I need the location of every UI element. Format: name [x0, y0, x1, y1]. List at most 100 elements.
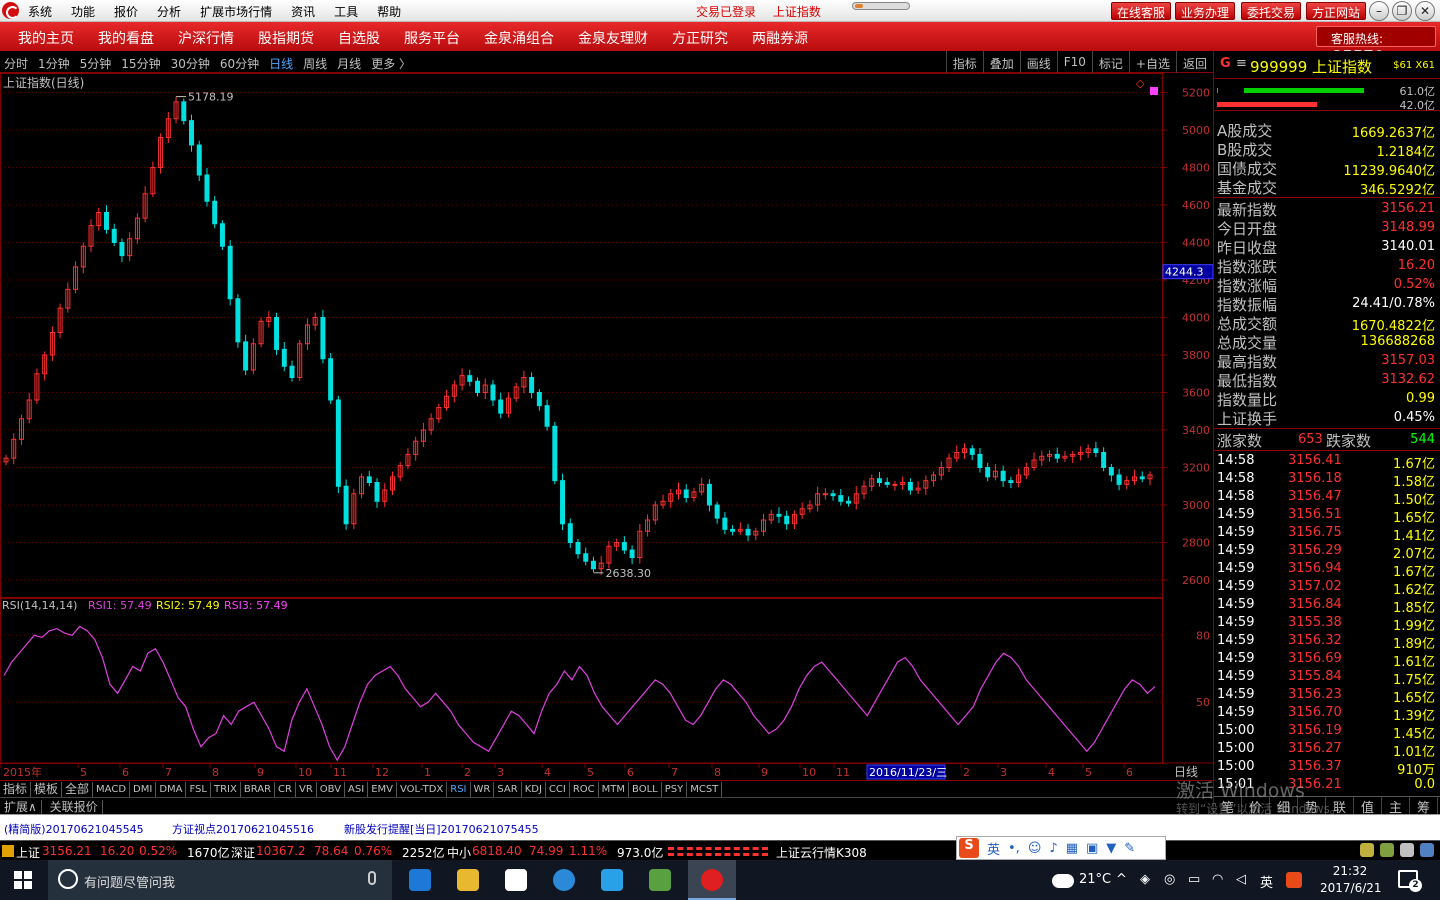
order-trade-button[interactable]: 委托交易 [1241, 2, 1302, 20]
chart-tool-button[interactable]: 标记 [1091, 51, 1129, 73]
period-tab[interactable]: 更多 〉 [371, 55, 411, 72]
menu-news[interactable]: 资讯 [291, 3, 315, 20]
ime-emoji-icon[interactable]: ☺ [1028, 841, 1042, 856]
chart-tool-button[interactable]: 画线 [1019, 51, 1057, 73]
indicator-tab[interactable]: TRIX [211, 782, 241, 797]
news-item[interactable]: 方证视点20170621045516 [172, 821, 314, 837]
expand-button[interactable]: 扩展∧ [0, 800, 42, 814]
weather-temp[interactable]: 21°C [1079, 872, 1111, 887]
chart-tool-button[interactable]: 指标 [945, 51, 983, 73]
restore-icon[interactable]: ❐ [1392, 1, 1412, 21]
chart-tool-button[interactable]: +自选 [1128, 51, 1176, 73]
speaker-icon[interactable]: ◁ [1236, 872, 1246, 887]
menu-function[interactable]: 功能 [71, 3, 95, 20]
indicator-tab[interactable]: 指标 [0, 782, 32, 797]
period-tab[interactable]: 日线 [269, 55, 293, 72]
period-tab[interactable]: 分时 [4, 55, 28, 72]
ime-toolbar[interactable]: S 英 •, ☺ ♪ ▦ ▣ ▼ ✎ [956, 836, 1166, 860]
tray-icon-1[interactable] [1360, 843, 1374, 857]
quote-bottom-tab[interactable]: 筹 [1410, 797, 1438, 816]
indicator-tab[interactable]: CR [275, 782, 296, 797]
indicator-tab[interactable]: FSL [186, 782, 211, 797]
indicator-tab[interactable]: BOLL [629, 782, 662, 797]
nav-favorites[interactable]: 自选股 [338, 28, 380, 48]
indicator-tab[interactable]: OBV [317, 782, 346, 797]
chart-tool-button[interactable]: 返回 [1175, 51, 1213, 73]
close-icon[interactable]: ✕ [1415, 1, 1435, 21]
nav-market[interactable]: 沪深行情 [178, 28, 234, 48]
trading-app-taskbar-button[interactable] [688, 860, 736, 900]
news-item[interactable]: 新股发行提醒[当日]20170621075455 [344, 821, 539, 837]
chart-tool-button[interactable]: 叠加 [982, 51, 1020, 73]
indicator-tab[interactable]: MCST [687, 782, 723, 797]
trade-login-status[interactable]: 交易已登录 [696, 5, 756, 19]
volume-slider[interactable] [852, 2, 910, 10]
ime-mic-icon[interactable]: ♪ [1049, 841, 1057, 856]
menu-analysis[interactable]: 分析 [157, 3, 181, 20]
indicator-tab[interactable]: ROC [570, 782, 599, 797]
quote-bottom-tab[interactable]: 值 [1354, 797, 1382, 816]
shield-icon[interactable]: ◈ [1140, 872, 1150, 887]
ime-lang[interactable]: 英 [987, 839, 1000, 858]
indicator-tab[interactable]: EMV [368, 782, 397, 797]
indicator-tab[interactable]: 全部 [62, 782, 94, 797]
indicator-tab[interactable]: PSY [662, 782, 688, 797]
kline-chart-panel[interactable]: 2600 2800 3000 3200 3400 3600 3800 4000 4200 4400… [0, 73, 1213, 798]
tray-app-icon[interactable]: ◎ [1164, 872, 1175, 887]
indicator-tab[interactable]: MACD [93, 782, 131, 797]
period-tab[interactable]: 15分钟 [121, 55, 160, 72]
windows-start-icon[interactable] [14, 871, 32, 889]
period-tab[interactable]: 30分钟 [171, 55, 210, 72]
indicator-tab[interactable]: MTM [599, 782, 630, 797]
quote-bottom-tab[interactable]: 主 [1382, 797, 1410, 816]
indicator-tab[interactable]: VR [296, 782, 317, 797]
minimize-icon[interactable]: – [1369, 1, 1389, 21]
nav-margin[interactable]: 两融券源 [752, 28, 808, 48]
online-service-button[interactable]: 在线客服 [1111, 2, 1172, 20]
nav-futures[interactable]: 股指期货 [258, 28, 314, 48]
indicator-tab[interactable]: KDJ [522, 782, 546, 797]
input-lang[interactable]: 英 [1260, 872, 1273, 891]
indicator-tab[interactable]: RSI [447, 782, 471, 797]
microphone-icon[interactable] [368, 871, 376, 885]
indicator-tab[interactable]: BRAR [241, 782, 276, 797]
system-clock[interactable]: 21:32 2017/6/21 [1320, 863, 1382, 897]
menu-quote[interactable]: 报价 [114, 3, 138, 20]
network-icon[interactable]: ◠ [1212, 872, 1223, 887]
browser-taskbar-button[interactable] [540, 860, 588, 900]
period-tab[interactable]: 60分钟 [220, 55, 259, 72]
nav-portfolio[interactable]: 金泉涌组合 [484, 28, 554, 48]
battery-icon[interactable]: ▭ [1188, 872, 1200, 887]
related-quote-button[interactable]: 关联报价 [45, 800, 103, 814]
period-tab[interactable]: 周线 [303, 55, 327, 72]
ime-settings-icon[interactable]: ✎ [1124, 841, 1135, 856]
tray-icon-2[interactable] [1380, 843, 1394, 857]
store-taskbar-button[interactable] [492, 860, 540, 900]
nav-service[interactable]: 服务平台 [404, 28, 460, 48]
chart-tool-button[interactable]: F10 [1056, 51, 1092, 73]
sogou-tray-icon[interactable] [1286, 872, 1302, 888]
indicator-tab[interactable]: SAR [494, 782, 522, 797]
indicator-tab[interactable]: CCI [546, 782, 570, 797]
app5-taskbar-button[interactable] [636, 860, 684, 900]
nav-watch[interactable]: 我的看盘 [98, 28, 154, 48]
period-tab[interactable]: 1分钟 [38, 55, 70, 72]
tray-icon-4[interactable] [1420, 843, 1434, 857]
indicator-tab[interactable]: 模板 [31, 782, 63, 797]
period-tab[interactable]: 5分钟 [80, 55, 112, 72]
ie-taskbar-button[interactable] [588, 860, 636, 900]
period-tab[interactable]: 月线 [337, 55, 361, 72]
cortana-search-box[interactable]: 有问题尽管问我 [48, 860, 392, 900]
ime-keyboard-icon[interactable]: ▦ [1066, 841, 1078, 856]
menu-icon[interactable]: ≡ [1236, 56, 1247, 71]
menu-system[interactable]: 系统 [28, 3, 52, 20]
indicator-tab[interactable]: ASI [345, 782, 369, 797]
nav-wealth[interactable]: 金泉友理财 [578, 28, 648, 48]
edge-taskbar-button[interactable] [396, 860, 444, 900]
sogou-logo-icon[interactable]: S [959, 838, 979, 858]
weather-cloud-icon[interactable] [1052, 874, 1074, 888]
chart-svg[interactable]: 2600280030003200340036003800400042004400… [0, 73, 1213, 780]
hotline-badge[interactable]: 客服热线: 95571 [1316, 26, 1436, 65]
ime-tool-icon[interactable]: ▣ [1086, 841, 1098, 856]
nav-home[interactable]: 我的主页 [18, 28, 74, 48]
